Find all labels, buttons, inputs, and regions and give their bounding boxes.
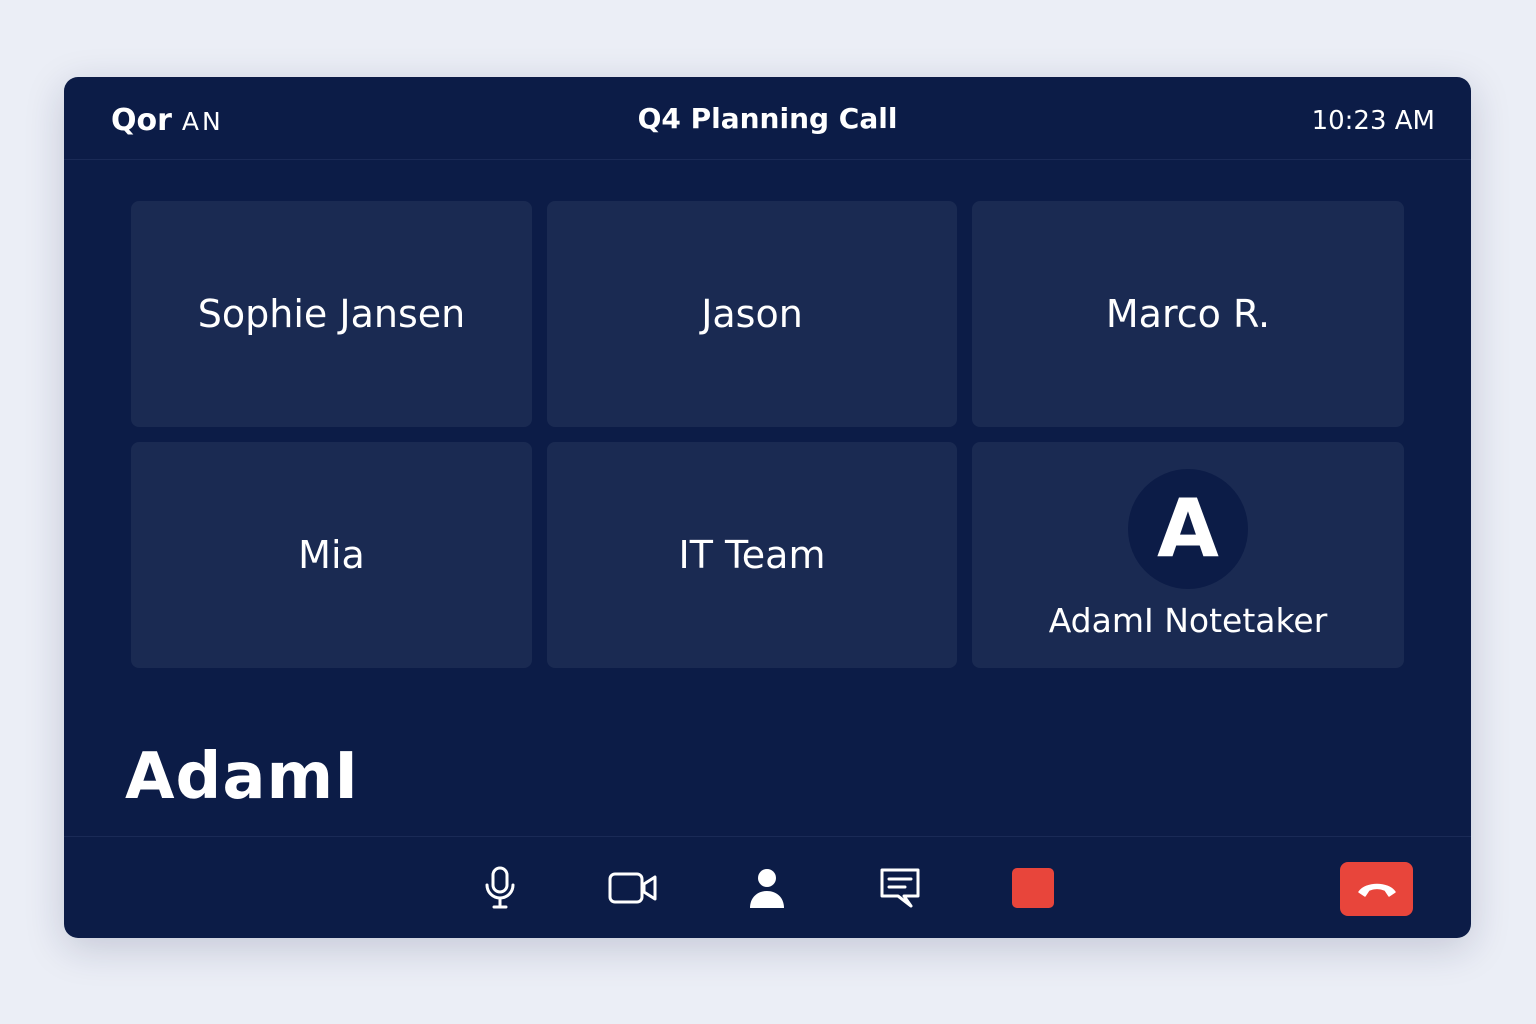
end-call-button[interactable] bbox=[1340, 862, 1413, 916]
adami-logo: AdamI bbox=[125, 740, 360, 814]
participant-name: AdamI Notetaker bbox=[1048, 601, 1328, 640]
participant-name: Marco R. bbox=[1105, 292, 1271, 336]
participant-tile[interactable]: IT Team bbox=[547, 442, 957, 668]
participant-name: Sophie Jansen bbox=[197, 292, 466, 336]
microphone-icon bbox=[485, 866, 515, 909]
meeting-title: Q4 Planning Call bbox=[637, 102, 898, 135]
participant-tile[interactable]: Sophie Jansen bbox=[131, 201, 532, 427]
header-bar: Qor AN Q4 Planning Call 10:23 AM bbox=[64, 77, 1471, 160]
video-button[interactable] bbox=[608, 863, 658, 913]
record-icon bbox=[1012, 868, 1054, 908]
participants-button[interactable] bbox=[742, 863, 792, 913]
chat-icon bbox=[880, 868, 920, 908]
participant-tile[interactable]: Marco R. bbox=[972, 201, 1404, 427]
avatar-letter: A bbox=[1157, 482, 1219, 575]
participant-tile-notetaker[interactable]: A AdamI Notetaker bbox=[972, 442, 1404, 668]
mute-button[interactable] bbox=[475, 863, 525, 913]
meeting-window: Qor AN Q4 Planning Call 10:23 AM Sophie J… bbox=[64, 77, 1471, 938]
chat-button[interactable] bbox=[875, 863, 925, 913]
call-toolbar bbox=[64, 836, 1471, 938]
record-button[interactable] bbox=[1008, 863, 1058, 913]
person-icon bbox=[750, 869, 784, 908]
clock: 10:23 AM bbox=[1311, 106, 1435, 136]
participant-tile[interactable]: Mia bbox=[131, 442, 532, 668]
participant-name: Mia bbox=[298, 533, 365, 577]
participant-tile[interactable]: Jason bbox=[547, 201, 957, 427]
participant-name: Jason bbox=[701, 292, 803, 336]
avatar: A bbox=[1128, 469, 1248, 589]
video-camera-icon bbox=[608, 872, 657, 904]
participant-name: IT Team bbox=[678, 533, 826, 577]
end-call-icon bbox=[1357, 883, 1396, 897]
